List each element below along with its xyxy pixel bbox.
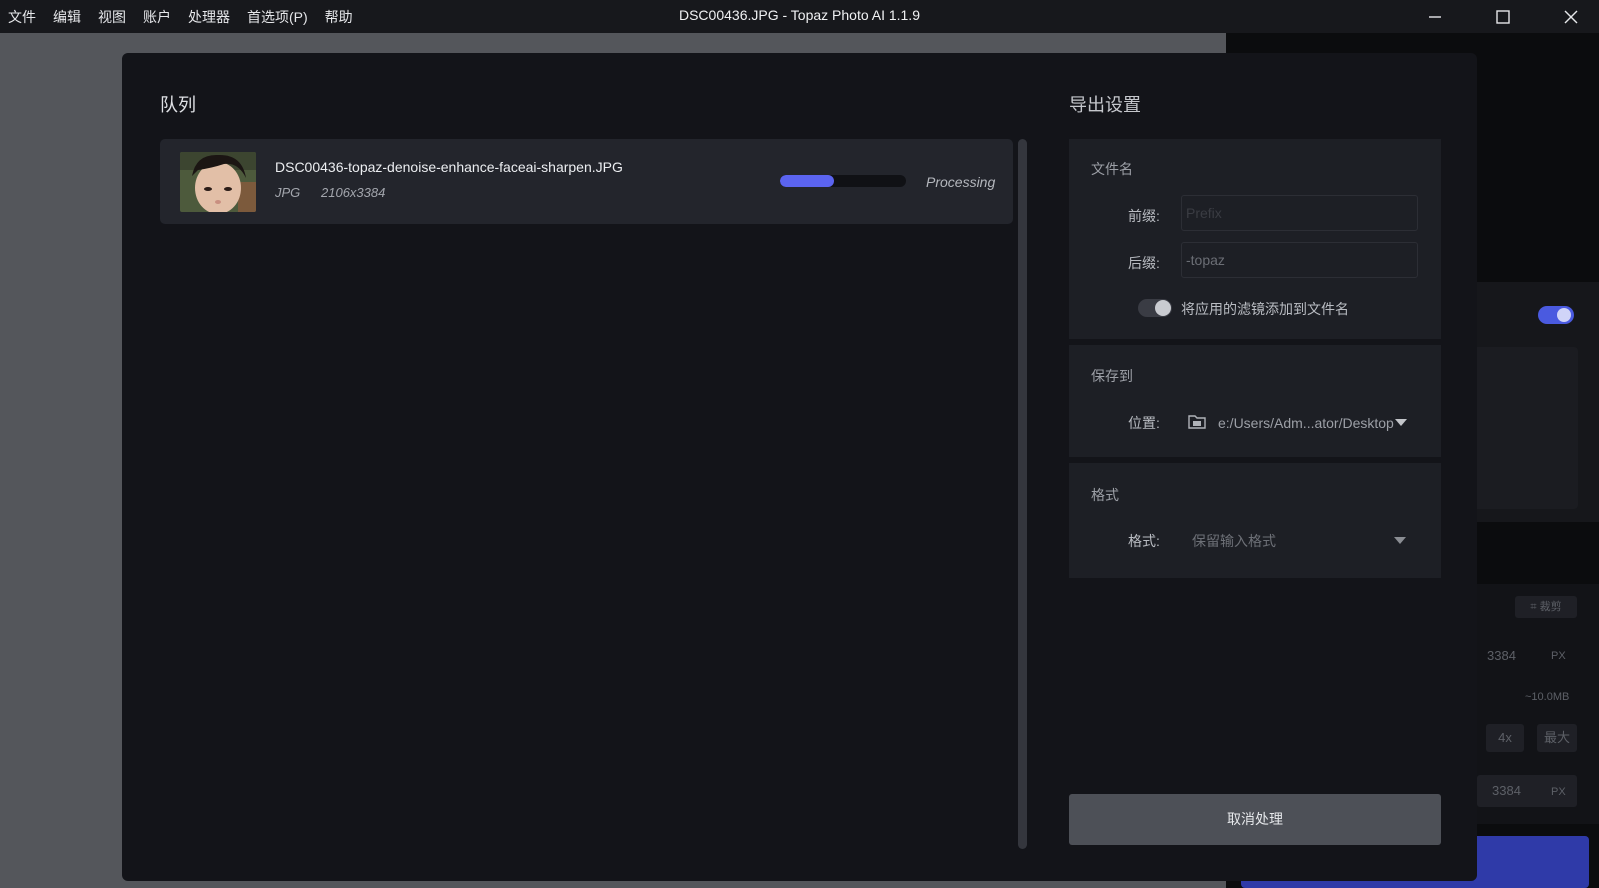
suffix-label: 后缀: [1128, 255, 1160, 271]
menu-processor[interactable]: 处理器 [188, 7, 230, 27]
filter-name-toggle[interactable] [1138, 299, 1172, 317]
maximize-icon [1496, 9, 1510, 24]
height-unit: PX [1551, 650, 1566, 662]
save-to-title: 保存到 [1091, 368, 1133, 384]
image-thumbnail [180, 152, 256, 212]
scale-max-button[interactable]: 最大 [1537, 724, 1577, 752]
format-section: 格式 格式: 保留输入格式 [1069, 463, 1441, 578]
filename-section: 文件名 前缀: 后缀: 将应用的滤镜添加到文件名 [1069, 139, 1441, 339]
format-select[interactable]: 保留输入格式 [1192, 531, 1276, 551]
location-label: 位置: [1128, 415, 1160, 431]
location-dropdown-icon[interactable] [1395, 419, 1407, 426]
export-settings-title: 导出设置 [1069, 95, 1141, 115]
scale-4x-button[interactable]: 4x [1486, 724, 1524, 752]
close-icon [1564, 10, 1578, 23]
menu-account[interactable]: 账户 [143, 7, 171, 27]
file-name: DSC00436-topaz-denoise-enhance-faceai-sh… [275, 159, 623, 175]
filename-section-title: 文件名 [1091, 161, 1133, 177]
queue-item[interactable]: DSC00436-topaz-denoise-enhance-faceai-sh… [160, 139, 1013, 224]
width-value: 3384 [1492, 783, 1521, 798]
menu-bar: 文件 编辑 视图 账户 处理器 首选项(P) 帮助 [0, 0, 362, 33]
progress-fill [780, 175, 835, 187]
format-label: 格式: [1128, 533, 1160, 549]
height-value: 3384 [1487, 648, 1516, 663]
cancel-processing-button[interactable]: 取消处理 [1069, 794, 1441, 845]
file-format: JPG [275, 185, 301, 200]
prefix-input[interactable] [1181, 195, 1418, 231]
prefix-label: 前缀: [1128, 208, 1160, 224]
menu-file[interactable]: 文件 [8, 7, 36, 27]
toggle-knob [1155, 300, 1171, 316]
minimize-button[interactable] [1405, 0, 1465, 33]
close-button[interactable] [1541, 0, 1599, 33]
crop-label: 裁剪 [1539, 601, 1562, 613]
format-section-title: 格式 [1091, 487, 1119, 503]
menu-preferences[interactable]: 首选项(P) [247, 7, 308, 27]
queue-scrollbar[interactable] [1018, 139, 1027, 849]
format-dropdown-icon[interactable] [1394, 537, 1406, 544]
status-text: Processing [926, 174, 996, 190]
suffix-input[interactable] [1181, 242, 1418, 278]
crop-button[interactable]: ⌗ 裁剪 [1515, 596, 1577, 618]
filter-name-toggle-label: 将应用的滤镜添加到文件名 [1181, 301, 1349, 317]
file-dimensions: 2106x3384 [321, 185, 386, 200]
location-path[interactable]: e:/Users/Adm...ator/Desktop [1218, 415, 1394, 431]
menu-edit[interactable]: 编辑 [53, 7, 81, 27]
menu-help[interactable]: 帮助 [325, 7, 353, 27]
progress-bar [780, 175, 906, 187]
maximize-button[interactable] [1473, 0, 1533, 33]
export-modal: 队列 导出设置 DSC00436-topaz-denoise-enhance-f… [122, 53, 1477, 881]
size-estimate: ~10.0MB [1525, 691, 1570, 703]
sidebar-toggle[interactable] [1538, 306, 1574, 324]
menu-view[interactable]: 视图 [98, 7, 126, 27]
folder-icon [1188, 415, 1206, 429]
minimize-icon [1429, 15, 1441, 18]
save-to-section: 保存到 位置: e:/Users/Adm...ator/Desktop [1069, 345, 1441, 457]
queue-title: 队列 [160, 95, 196, 115]
sidebar-options-box [1466, 347, 1578, 509]
title-bar: 文件 编辑 视图 账户 处理器 首选项(P) 帮助 DSC00436.JPG -… [0, 0, 1599, 33]
width-unit: PX [1551, 786, 1566, 798]
